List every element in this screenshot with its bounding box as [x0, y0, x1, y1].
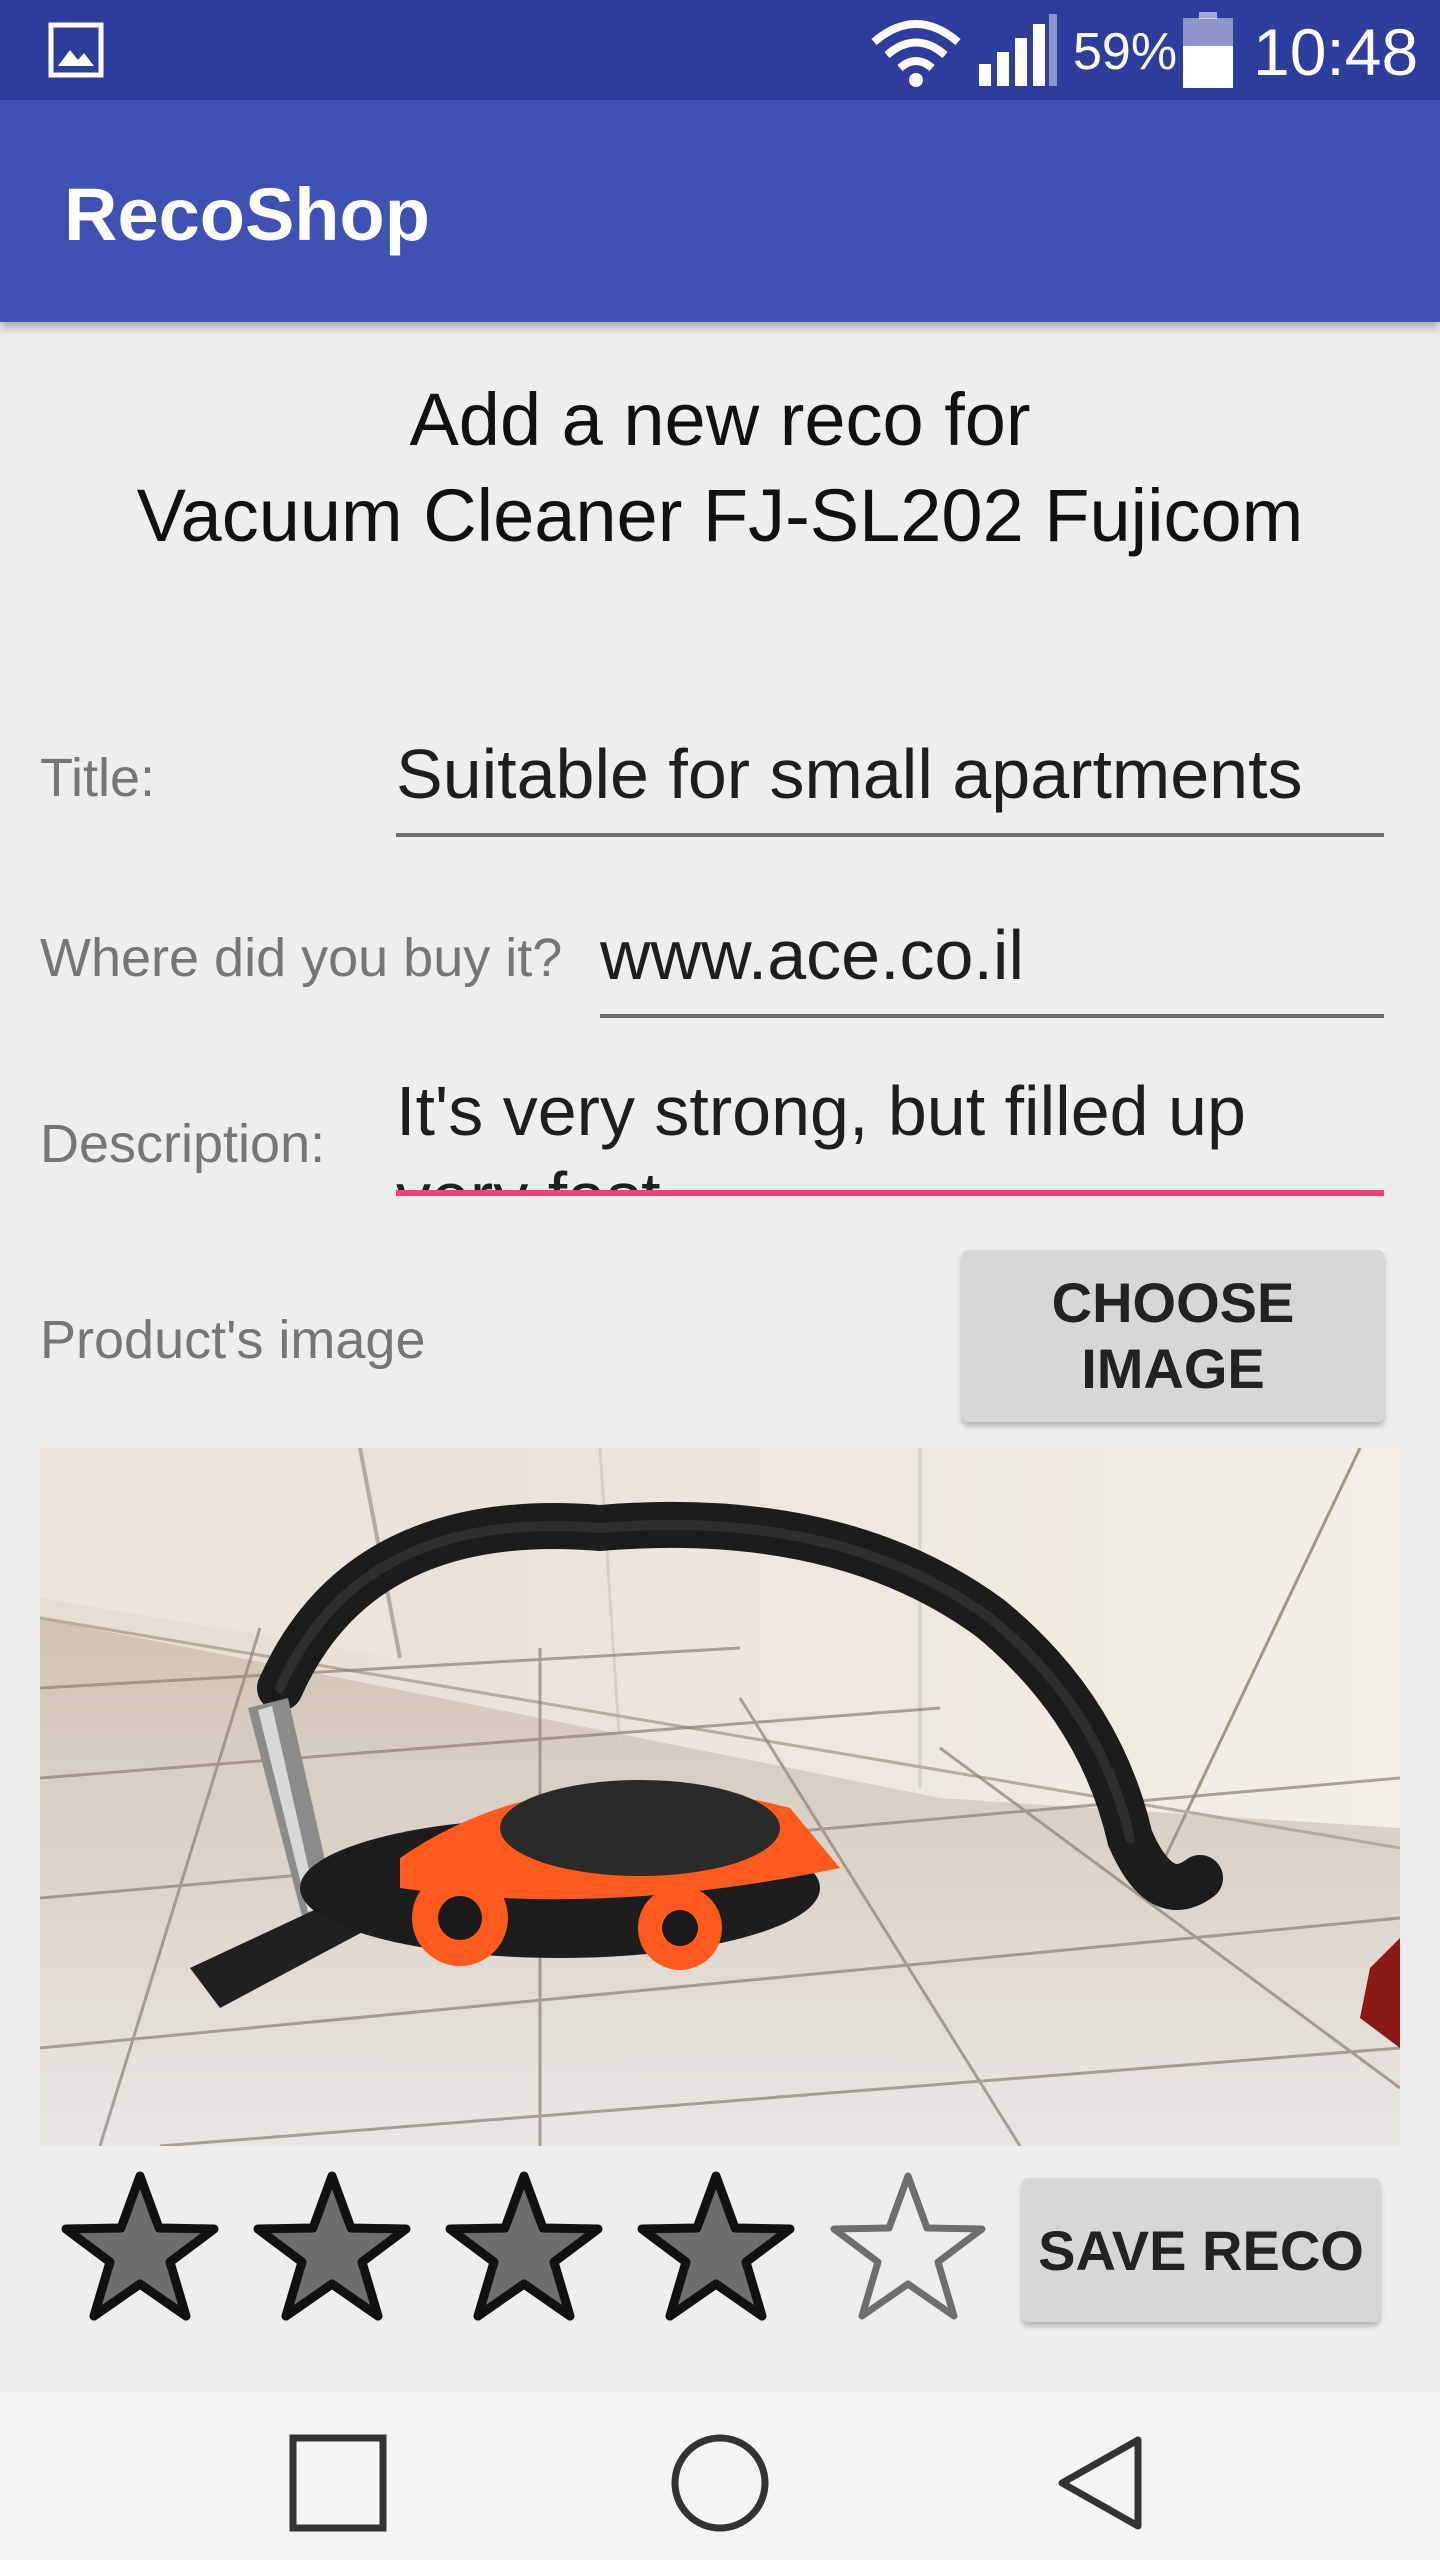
product-image-label: Product's image	[40, 1310, 426, 1370]
app-title: RecoShop	[64, 173, 430, 256]
title-label: Title:	[40, 748, 156, 808]
star-1-filled-icon[interactable]	[58, 2168, 222, 2328]
choose-image-button[interactable]: CHOOSE IMAGE	[962, 1250, 1384, 1422]
star-2-filled-icon[interactable]	[250, 2168, 414, 2328]
description-input-value: It's very strong, but filled up very fas…	[396, 1072, 1246, 1190]
where-bought-label: Where did you buy it?	[40, 928, 563, 988]
description-label: Description:	[40, 1114, 326, 1174]
product-photo	[40, 1448, 1400, 2146]
gallery-icon	[48, 22, 104, 78]
description-input[interactable]: It's very strong, but filled up very fas…	[396, 1068, 1384, 1196]
signal-icon	[979, 14, 1057, 86]
star-3-filled-icon[interactable]	[442, 2168, 606, 2328]
page-header: Add a new reco for Vacuum Cleaner FJ-SL2…	[0, 372, 1440, 564]
wifi-icon	[871, 20, 961, 87]
choose-image-button-label: CHOOSE IMAGE	[1051, 1271, 1295, 1400]
battery-percent: 59%	[1073, 23, 1178, 81]
star-5-empty-icon[interactable]	[826, 2168, 990, 2328]
recents-square-icon[interactable]	[283, 2428, 393, 2538]
app-bar: RecoShop	[0, 100, 1440, 322]
status-bar: 59% 10:48	[0, 0, 1440, 100]
title-input[interactable]: Suitable for small apartments	[396, 731, 1384, 837]
star-4-filled-icon[interactable]	[634, 2168, 798, 2328]
header-product-name: Vacuum Cleaner FJ-SL202 Fujicom	[136, 474, 1304, 557]
system-nav-bar	[0, 2392, 1440, 2560]
battery-icon	[1183, 12, 1233, 88]
title-input-value: Suitable for small apartments	[396, 735, 1303, 813]
header-line-1: Add a new reco for	[409, 378, 1031, 461]
clock: 10:48	[1253, 15, 1419, 89]
home-circle-icon[interactable]	[665, 2428, 775, 2538]
where-bought-input-value: www.ace.co.il	[600, 916, 1025, 994]
save-reco-button-label: SAVE RECO	[1038, 2218, 1364, 2282]
where-bought-input[interactable]: www.ace.co.il	[600, 912, 1384, 1018]
star-rating[interactable]	[58, 2168, 998, 2334]
save-reco-button[interactable]: SAVE RECO	[1022, 2178, 1380, 2322]
back-triangle-icon[interactable]	[1048, 2428, 1158, 2538]
